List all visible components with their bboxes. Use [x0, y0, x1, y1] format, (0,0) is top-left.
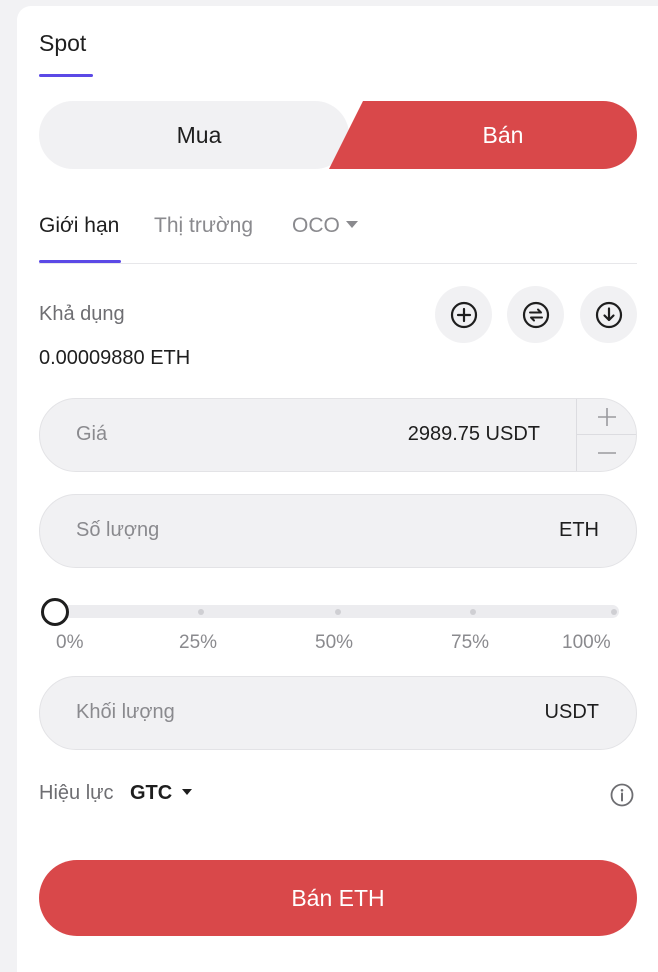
- total-field[interactable]: Khối lượng USDT: [39, 676, 637, 750]
- minus-icon: [597, 452, 616, 454]
- receive-button[interactable]: [580, 286, 637, 343]
- download-circle-icon: [595, 301, 622, 328]
- total-label: Khối lượng: [76, 701, 175, 723]
- slider-step-25: [198, 609, 204, 615]
- tab-spot-indicator: [39, 74, 93, 77]
- slider-mark-0: 0%: [56, 632, 84, 653]
- slider-mark-25: 25%: [179, 632, 218, 653]
- price-decrease-button[interactable]: [577, 435, 636, 471]
- plus-circle-icon: [450, 301, 477, 328]
- percent-slider[interactable]: [39, 597, 619, 627]
- tab-spot[interactable]: Spot: [39, 30, 86, 57]
- available-label: Khả dụng: [39, 303, 125, 325]
- caret-down-icon: [345, 221, 358, 229]
- transfer-button[interactable]: [507, 286, 564, 343]
- quantity-label: Số lượng: [76, 519, 160, 541]
- price-value[interactable]: 2989.75 USDT: [408, 423, 540, 446]
- slider-mark-50: 50%: [315, 632, 354, 653]
- price-increase-button[interactable]: [577, 399, 636, 435]
- sell-eth-button[interactable]: Bán ETH: [39, 860, 637, 936]
- slider-step-100: [611, 609, 617, 615]
- tab-limit[interactable]: Giới hạn: [39, 214, 119, 238]
- quantity-unit: ETH: [559, 519, 599, 541]
- tab-oco[interactable]: OCO: [292, 214, 358, 238]
- deposit-button[interactable]: [435, 286, 492, 343]
- available-balance: 0.00009880 ETH: [39, 347, 191, 369]
- price-label: Giá: [76, 423, 108, 445]
- info-icon[interactable]: [610, 783, 634, 807]
- time-in-force-value: GTC: [130, 782, 173, 804]
- quantity-field[interactable]: Số lượng ETH: [39, 494, 637, 568]
- order-type-tabs: Giới hạn Thị trường OCO: [39, 210, 637, 264]
- price-stepper: [576, 399, 636, 471]
- tab-oco-label: OCO: [292, 214, 340, 237]
- slider-step-75: [470, 609, 476, 615]
- time-in-force-label: Hiệu lực: [39, 782, 114, 804]
- sell-eth-button-label: Bán ETH: [291, 884, 385, 911]
- price-field[interactable]: Giá 2989.75 USDT: [39, 398, 637, 472]
- slider-handle[interactable]: [41, 598, 69, 626]
- sell-button[interactable]: Bán: [369, 101, 637, 169]
- total-unit: USDT: [544, 701, 599, 723]
- tab-limit-indicator: [39, 260, 121, 263]
- slider-mark-75: 75%: [451, 632, 490, 653]
- left-edge-strip: [0, 0, 8, 972]
- tab-market[interactable]: Thị trường: [154, 214, 253, 238]
- slider-step-50: [335, 609, 341, 615]
- swap-circle-icon: [522, 301, 549, 328]
- buy-sell-toggle: Mua Bán: [39, 101, 637, 169]
- slider-mark-100: 100%: [562, 632, 611, 653]
- plus-icon: [597, 407, 616, 426]
- caret-down-icon: [182, 789, 193, 796]
- time-in-force-select[interactable]: GTC: [130, 782, 193, 805]
